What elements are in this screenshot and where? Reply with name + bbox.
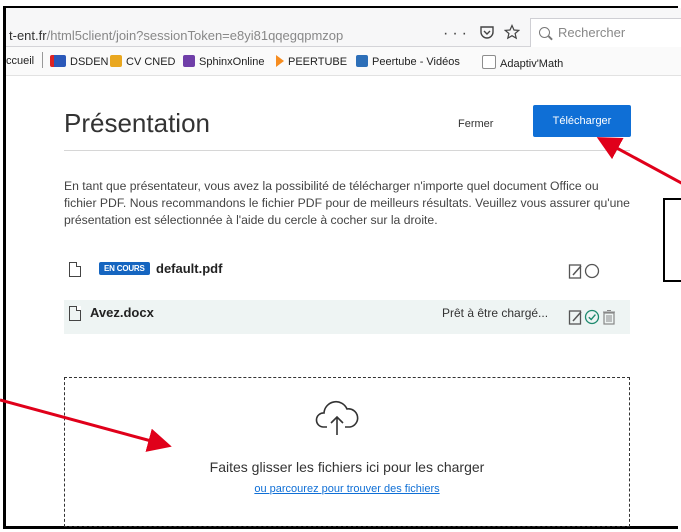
- arrow-to-upload-button: [596, 137, 681, 185]
- arrow-to-dropzone: [0, 398, 172, 452]
- annotation-arrows: [0, 137, 681, 452]
- annotation-box: [663, 198, 681, 282]
